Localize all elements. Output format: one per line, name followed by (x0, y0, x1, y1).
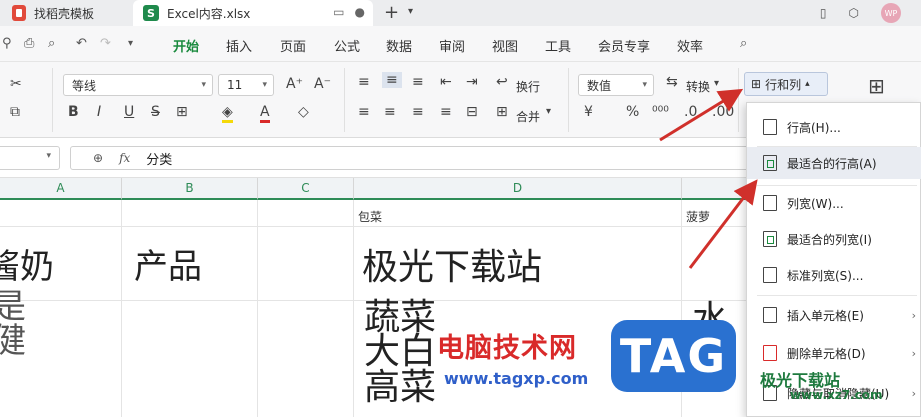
arrow-to-rows-columns (659, 88, 744, 142)
annotation-arrows (659, 88, 758, 269)
arrow-to-autofit-row (688, 179, 758, 269)
